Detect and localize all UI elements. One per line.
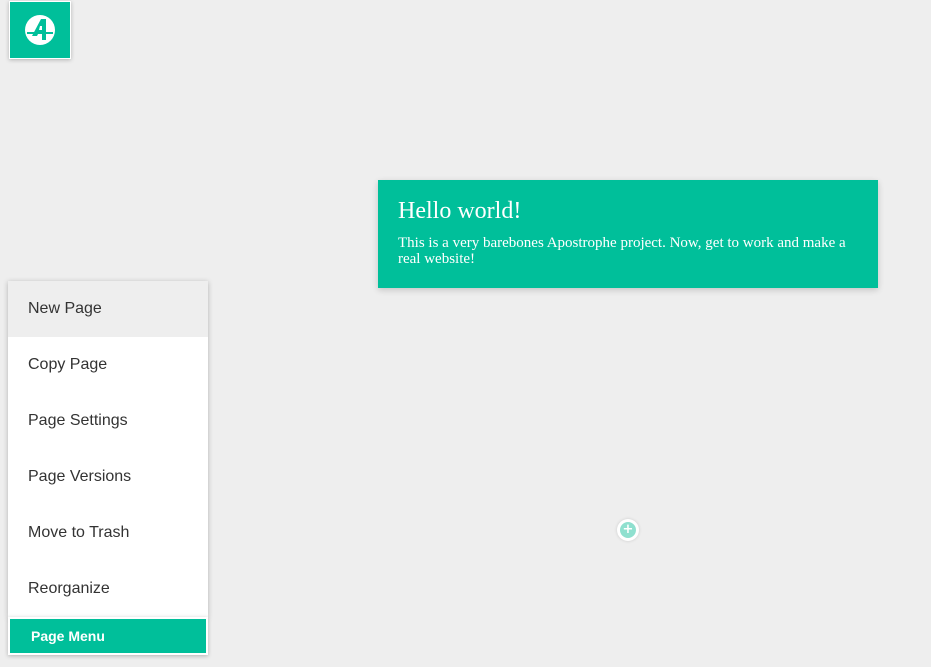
- menu-item-reorganize[interactable]: Reorganize: [8, 561, 208, 617]
- menu-item-new-page[interactable]: New Page: [8, 281, 208, 337]
- menu-item-label: Reorganize: [28, 580, 110, 597]
- menu-item-label: Copy Page: [28, 356, 108, 373]
- page-menu-dropdown: New Page Copy Page Page Settings Page Ve…: [8, 281, 208, 617]
- hello-world-card: Hello world! This is a very barebones Ap…: [378, 180, 878, 288]
- menu-item-page-settings[interactable]: Page Settings: [8, 393, 208, 449]
- menu-item-page-versions[interactable]: Page Versions: [8, 449, 208, 505]
- plus-circle-icon: +: [620, 522, 636, 538]
- menu-item-copy-page[interactable]: Copy Page: [8, 337, 208, 393]
- menu-item-label: New Page: [28, 300, 102, 317]
- menu-item-label: Page Settings: [28, 412, 128, 429]
- apostrophe-logo-button[interactable]: [9, 1, 71, 59]
- add-widget-button[interactable]: +: [617, 519, 639, 541]
- hero-title: Hello world!: [398, 198, 522, 224]
- menu-item-move-to-trash[interactable]: Move to Trash: [8, 505, 208, 561]
- page-menu-button[interactable]: Page Menu: [8, 617, 208, 655]
- menu-item-label: Page Versions: [28, 468, 132, 485]
- apostrophe-logo-icon: [25, 15, 55, 45]
- menu-item-label: Move to Trash: [28, 524, 130, 541]
- page-menu-button-label: Page Menu: [31, 628, 105, 644]
- hero-text: This is a very barebones Apostrophe proj…: [398, 235, 846, 267]
